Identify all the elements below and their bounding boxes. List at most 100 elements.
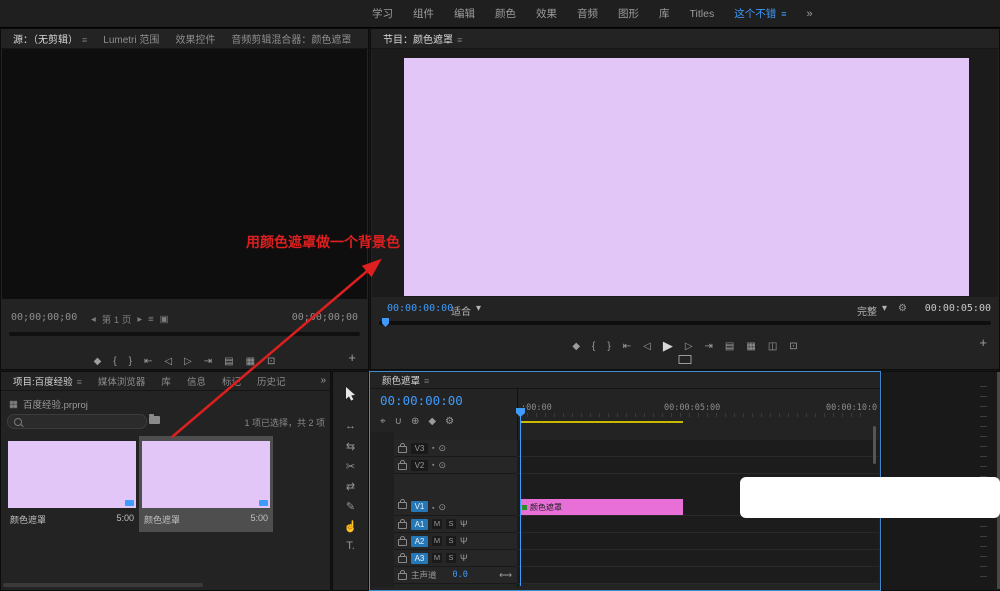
track-visibility-icon[interactable]: ⊙ bbox=[438, 443, 446, 453]
page-next-icon[interactable]: ▸ bbox=[137, 314, 142, 325]
timeline-timecode[interactable]: 00:00:00:00 bbox=[380, 393, 463, 408]
panel-menu-icon[interactable]: ≡ bbox=[77, 377, 82, 387]
track-badge[interactable]: V1 bbox=[411, 501, 428, 512]
transport-icon[interactable]: ⇥ bbox=[705, 341, 713, 352]
program-timecode[interactable]: 00:00:00:00 bbox=[387, 303, 453, 314]
track-content[interactable] bbox=[517, 516, 879, 533]
new-bin-folder-icon[interactable] bbox=[149, 416, 160, 424]
lock-icon[interactable] bbox=[398, 446, 407, 453]
master-track-header[interactable]: 主声道 0.0 ⟷ bbox=[394, 567, 517, 584]
workspace-overflow-icon[interactable]: » bbox=[806, 8, 812, 20]
horizontal-scrollbar[interactable] bbox=[3, 583, 203, 587]
timeline-toolbar-icon[interactable]: ∪ bbox=[395, 416, 402, 427]
type-tool[interactable]: T. bbox=[333, 536, 368, 556]
ripple-edit-tool[interactable]: ⇆ bbox=[333, 436, 368, 456]
list-icon[interactable]: ≡ bbox=[148, 314, 154, 325]
timeline-toolbar-icon[interactable]: ⌖ bbox=[380, 416, 386, 427]
panel-menu-icon[interactable]: ≡ bbox=[82, 35, 87, 45]
transport-icon[interactable]: ▤ bbox=[224, 356, 233, 367]
transport-icon[interactable]: ◆ bbox=[572, 341, 580, 352]
timeline-clip[interactable]: 颜色遮罩 bbox=[520, 499, 683, 515]
transport-icon[interactable]: ▶ bbox=[663, 338, 673, 354]
panel-overflow-icon[interactable]: » bbox=[320, 375, 326, 386]
transport-icon[interactable]: ⊡ bbox=[789, 341, 797, 352]
fit-width-icon[interactable]: ▣ bbox=[160, 314, 169, 325]
transport-icon[interactable]: ▦ bbox=[246, 356, 255, 367]
transport-icon[interactable]: ⇥ bbox=[204, 356, 212, 367]
track-visibility-icon[interactable]: ⊙ bbox=[438, 502, 446, 512]
source-panel-tab[interactable]: 音频剪辑混合器：颜色遮罩≡ bbox=[223, 29, 359, 48]
project-panel-tab[interactable]: 历史记≡ bbox=[249, 372, 294, 390]
voiceover-mic-icon[interactable]: Ψ bbox=[460, 536, 468, 546]
workspace-menu-icon[interactable]: ≡ bbox=[781, 9, 786, 19]
workspace-tab[interactable]: 库≡ bbox=[659, 6, 670, 21]
mute-button[interactable]: M bbox=[432, 519, 442, 529]
source-scrubber[interactable] bbox=[9, 332, 360, 336]
workspace-tab[interactable]: 学习≡ bbox=[372, 6, 393, 21]
lock-icon[interactable] bbox=[398, 556, 407, 563]
panel-menu-icon[interactable]: ≡ bbox=[457, 35, 462, 45]
mute-button[interactable]: M bbox=[432, 536, 442, 546]
transport-icon[interactable]: ⇤ bbox=[144, 356, 152, 367]
source-panel-tab[interactable]: 效果控件≡ bbox=[167, 29, 223, 48]
timeline-tab[interactable]: 颜色遮罩≡ bbox=[374, 372, 437, 389]
hand-tool[interactable]: ☝ bbox=[333, 516, 368, 536]
transport-icon[interactable]: ▷ bbox=[184, 356, 192, 367]
add-button[interactable]: + bbox=[348, 351, 356, 365]
transport-icon[interactable]: ▷ bbox=[685, 341, 693, 352]
voiceover-mic-icon[interactable]: Ψ bbox=[460, 553, 468, 563]
settings-icon[interactable]: ⚙ bbox=[898, 303, 907, 314]
project-panel-tab[interactable]: 信息≡ bbox=[179, 372, 214, 390]
workspace-tab[interactable]: 这个不错≡ bbox=[734, 6, 786, 21]
transport-icon[interactable]: { bbox=[113, 356, 116, 367]
zoom-level-select[interactable]: 适合 ▾ bbox=[451, 303, 481, 318]
lock-icon[interactable] bbox=[398, 539, 407, 546]
workspace-tab[interactable]: 音频≡ bbox=[577, 6, 598, 21]
workspace-tab[interactable]: 图形≡ bbox=[618, 6, 639, 21]
track-content[interactable] bbox=[517, 550, 879, 567]
timeline-scrollbar[interactable] bbox=[873, 426, 876, 464]
project-item-thumbnail[interactable] bbox=[8, 441, 136, 508]
track-badge[interactable]: A3 bbox=[411, 553, 428, 564]
audio-track-header[interactable]: A1 M S Ψ bbox=[394, 516, 517, 533]
sync-lock-icon[interactable]: ▪ bbox=[432, 445, 434, 452]
solo-button[interactable]: S bbox=[446, 536, 456, 546]
project-file-name[interactable]: 百度经验.prproj bbox=[23, 397, 88, 411]
track-badge[interactable]: V2 bbox=[411, 460, 428, 471]
track-content[interactable] bbox=[517, 457, 879, 474]
project-item[interactable]: 颜色遮罩 5:00 bbox=[5, 436, 139, 532]
playback-resolution-select[interactable]: 完整 ▾ bbox=[857, 303, 887, 318]
sync-lock-icon[interactable]: ▪ bbox=[432, 462, 434, 469]
program-panel-tab[interactable]: 节目：颜色遮罩≡ bbox=[375, 29, 470, 48]
page-prev-icon[interactable]: ◂ bbox=[91, 314, 96, 325]
workspace-tab[interactable]: 效果≡ bbox=[536, 6, 557, 21]
track-content[interactable] bbox=[517, 440, 879, 457]
source-panel-tab[interactable]: Lumetri 范围≡ bbox=[95, 29, 167, 48]
transport-icon[interactable]: } bbox=[607, 341, 610, 352]
workspace-tab[interactable]: 编辑≡ bbox=[454, 6, 475, 21]
solo-button[interactable]: S bbox=[446, 553, 456, 563]
audio-track-header[interactable]: A3 M S Ψ bbox=[394, 550, 517, 567]
project-item-name[interactable]: 颜色遮罩 bbox=[144, 513, 180, 526]
master-volume-value[interactable]: 0.0 bbox=[453, 570, 468, 580]
selection-tool[interactable] bbox=[333, 384, 368, 404]
track-visibility-icon[interactable]: ⊙ bbox=[438, 460, 446, 470]
transport-icon[interactable]: ◫ bbox=[768, 341, 777, 352]
lock-icon[interactable] bbox=[398, 502, 407, 509]
timeline-toolbar-icon[interactable]: ◆ bbox=[428, 416, 436, 427]
search-box[interactable] bbox=[7, 414, 147, 429]
project-panel-tab[interactable]: 媒体浏览器≡ bbox=[90, 372, 154, 390]
playhead-line[interactable] bbox=[520, 414, 521, 586]
workspace-tab[interactable]: Titles≡ bbox=[690, 8, 715, 20]
source-panel-tab[interactable]: 源：（无剪辑）≡ bbox=[5, 29, 95, 48]
panel-menu-icon[interactable]: ≡ bbox=[424, 376, 429, 386]
transport-icon[interactable]: } bbox=[129, 356, 132, 367]
transport-icon[interactable]: ◆ bbox=[94, 356, 102, 367]
track-badge[interactable]: V3 bbox=[411, 443, 428, 454]
video-track-header[interactable]: V3 ▪ ⊙ bbox=[394, 440, 517, 457]
audio-track-header[interactable]: A2 M S Ψ bbox=[394, 533, 517, 550]
video-track-header[interactable]: V1 ▪ ⊙ bbox=[394, 474, 517, 516]
lock-icon[interactable] bbox=[398, 463, 407, 470]
lock-icon[interactable] bbox=[398, 573, 407, 580]
project-item[interactable]: 颜色遮罩 5:00 bbox=[139, 436, 273, 532]
